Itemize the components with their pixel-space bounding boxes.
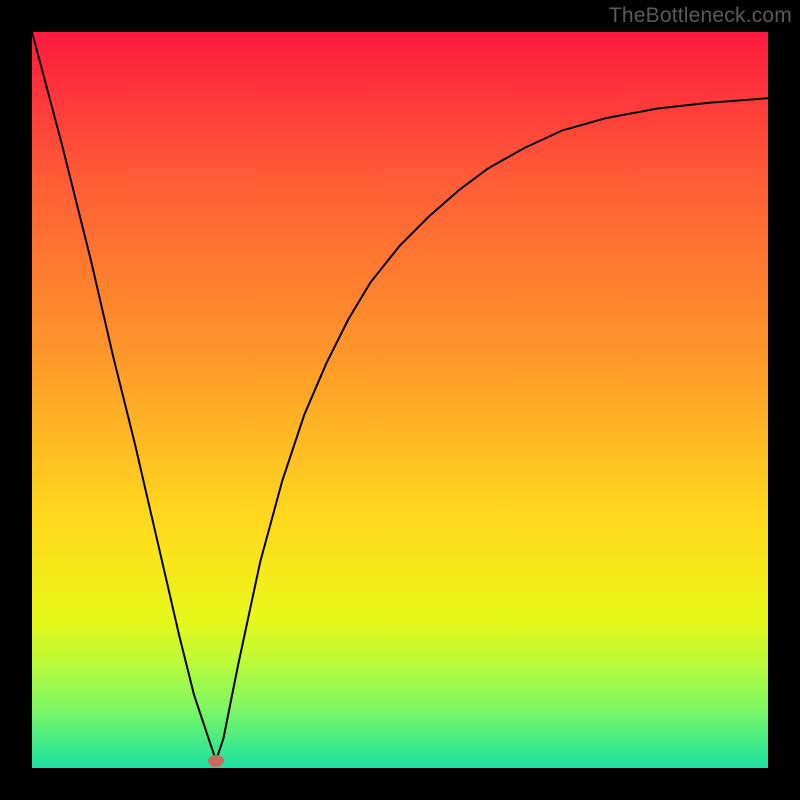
- curve-layer: [32, 32, 768, 768]
- watermark: TheBottleneck.com: [609, 4, 792, 28]
- chart-frame: TheBottleneck.com: [0, 0, 800, 800]
- min-marker-icon: [208, 755, 224, 767]
- bottleneck-curve: [32, 32, 768, 761]
- plot-area: [32, 32, 768, 768]
